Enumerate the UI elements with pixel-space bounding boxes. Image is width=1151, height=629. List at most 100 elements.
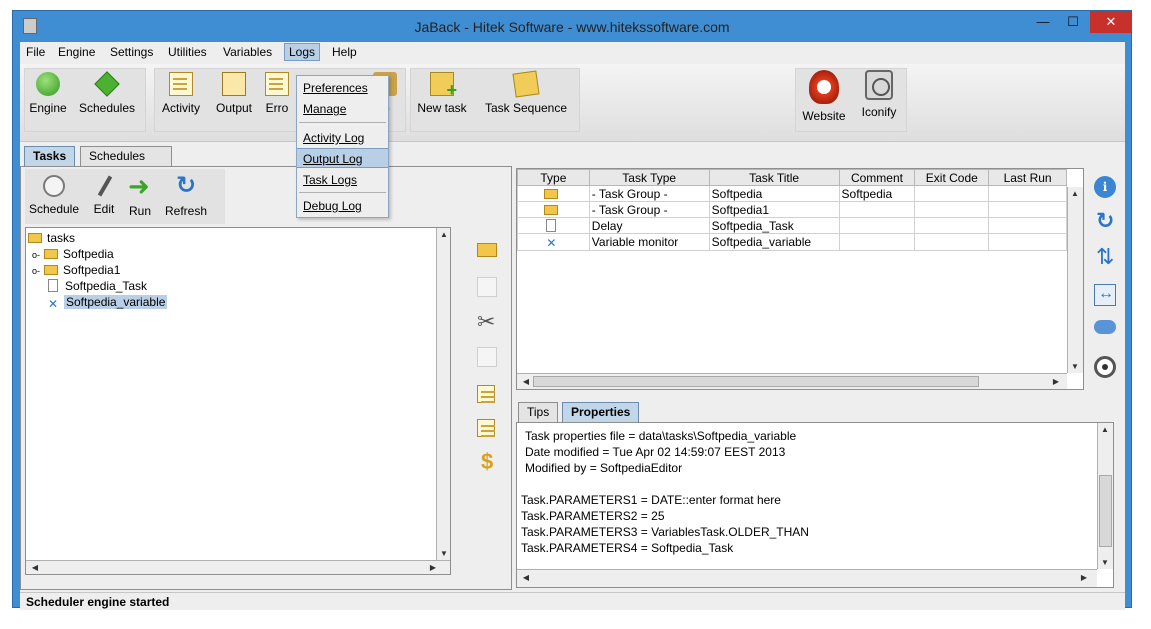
activity-icon — [169, 72, 193, 96]
fit-width-icon[interactable] — [1094, 284, 1116, 306]
manage-label: Manage — [303, 102, 347, 116]
engine-button[interactable]: Engine — [28, 72, 68, 115]
website-button[interactable]: Website — [798, 70, 850, 123]
tab-properties[interactable]: Properties — [562, 402, 640, 422]
menu-logs[interactable]: Logs — [284, 43, 321, 61]
schedules-button[interactable]: Schedules — [74, 71, 140, 115]
tab-tips[interactable]: Tips — [518, 402, 559, 422]
header-type[interactable]: Type — [517, 169, 590, 186]
menu-help[interactable]: Help — [332, 45, 357, 59]
header-task-type[interactable]: Task Type — [588, 169, 710, 186]
errors-button[interactable]: Erro — [260, 72, 294, 115]
table-row[interactable]: - Task Group - Softpedia Softpedia — [517, 185, 1067, 202]
scroll-right-icon[interactable]: ▶ — [1049, 377, 1063, 386]
new-folder-icon[interactable] — [477, 243, 497, 257]
menu-engine[interactable]: Engine — [58, 45, 95, 59]
properties-vertical-scrollbar[interactable]: ▲ ▼ — [1097, 423, 1113, 569]
scroll-up-icon[interactable]: ▲ — [1098, 425, 1112, 434]
target-icon[interactable] — [1094, 356, 1116, 378]
info-icon[interactable]: i — [1094, 176, 1116, 198]
new-task-button[interactable]: New task — [414, 72, 470, 115]
menu-item-manage[interactable]: Manage — [297, 99, 388, 119]
edit-button[interactable]: Edit — [89, 175, 119, 216]
dollar-icon[interactable] — [477, 449, 497, 475]
scroll-thumb[interactable] — [533, 376, 979, 387]
properties-horizontal-scrollbar[interactable]: ◀ ▶ — [517, 569, 1097, 587]
task-sequence-button[interactable]: Task Sequence — [478, 70, 574, 115]
grid-horizontal-scrollbar[interactable]: ◀ ▶ — [517, 373, 1067, 389]
menu-separator — [299, 122, 386, 123]
menu-item-activity-log[interactable]: Activity Log — [297, 128, 388, 148]
task-title-cell: Softpedia — [708, 185, 840, 202]
maximize-button[interactable]: ☐ — [1058, 11, 1088, 33]
export-icon[interactable] — [1094, 320, 1116, 334]
sort-icon[interactable] — [1094, 244, 1116, 270]
scissors-icon[interactable] — [477, 309, 497, 335]
menu-item-debug-log[interactable]: Debug Log — [297, 196, 388, 216]
scroll-up-icon[interactable]: ▲ — [437, 230, 451, 239]
activity-label: Activity — [161, 101, 200, 115]
table-row[interactable]: - Task Group - Softpedia1 — [517, 201, 1067, 218]
refresh-button[interactable]: Refresh — [161, 171, 211, 218]
scroll-left-icon[interactable]: ◀ — [28, 563, 42, 572]
table-row[interactable]: ✕ Variable monitor Softpedia_variable — [517, 233, 1067, 251]
close-button[interactable]: ✕ — [1090, 11, 1132, 33]
header-task-title[interactable]: Task Title — [708, 169, 840, 186]
task-type-cell: Variable monitor — [588, 233, 710, 251]
scroll-down-icon[interactable]: ▼ — [1098, 558, 1112, 567]
sync-icon[interactable] — [1094, 208, 1116, 234]
expand-handle-icon[interactable]: o- — [32, 250, 40, 260]
header-comment[interactable]: Comment — [838, 169, 916, 186]
menu-item-task-logs[interactable]: Task Logs — [297, 170, 388, 190]
scroll-left-icon[interactable]: ◀ — [519, 573, 533, 582]
menu-utilities[interactable]: Utilities — [168, 45, 207, 59]
scroll-right-icon[interactable]: ▶ — [1077, 573, 1091, 582]
scroll-up-icon[interactable]: ▲ — [1068, 189, 1082, 198]
preferences-label: Preferences — [303, 81, 368, 95]
folder-icon — [44, 249, 59, 259]
properties-panel: Task properties file = data\tasks\Softpe… — [516, 422, 1114, 588]
output-button[interactable]: Output — [212, 72, 256, 115]
tree-root[interactable]: tasks — [28, 230, 75, 246]
tree-item-selected[interactable]: ✕ Softpedia_variable — [46, 294, 168, 311]
schedule-button[interactable]: Schedule — [27, 175, 81, 216]
type-cell — [517, 217, 590, 234]
check-task-icon[interactable] — [477, 419, 495, 437]
menu-variables[interactable]: Variables — [223, 45, 272, 59]
edit-task-icon[interactable] — [477, 385, 495, 403]
scroll-down-icon[interactable]: ▼ — [1068, 362, 1082, 371]
tab-tasks[interactable]: Tasks — [24, 146, 76, 166]
menu-item-output-log[interactable]: Output Log — [297, 148, 388, 168]
iconify-button[interactable]: Iconify — [854, 70, 904, 119]
scroll-left-icon[interactable]: ◀ — [519, 377, 533, 386]
grid-vertical-scrollbar[interactable]: ▲ ▼ — [1067, 187, 1083, 373]
exit-code-cell — [914, 217, 990, 234]
activity-log-label: Activity Log — [303, 131, 365, 145]
task-sequence-icon — [512, 70, 540, 98]
tree-horizontal-scrollbar[interactable]: ◀ ▶ — [26, 560, 450, 574]
table-row[interactable]: Delay Softpedia_Task — [517, 217, 1067, 234]
menu-item-preferences[interactable]: Preferences — [297, 78, 388, 98]
tree-item-label: Softpedia1 — [63, 263, 121, 277]
run-button[interactable]: Run — [125, 171, 155, 218]
expand-handle-icon[interactable]: o- — [32, 266, 40, 276]
refresh-label: Refresh — [164, 204, 208, 218]
menu-settings[interactable]: Settings — [110, 45, 153, 59]
header-last-run[interactable]: Last Run — [988, 169, 1067, 186]
task-title-cell: Softpedia_Task — [708, 217, 840, 234]
grid-header-row: Type Task Type Task Title Comment Exit C… — [517, 169, 1067, 186]
tab-schedules[interactable]: Schedules — [80, 146, 172, 166]
scroll-thumb[interactable] — [1099, 475, 1112, 547]
menu-file[interactable]: File — [26, 45, 45, 59]
tree-item[interactable]: o- Softpedia — [32, 246, 114, 262]
tree-item[interactable]: Softpedia_Task — [46, 278, 147, 294]
tree-item[interactable]: o- Softpedia1 — [32, 262, 120, 278]
property-line: Task.PARAMETERS3 = VariablesTask.OLDER_T… — [521, 525, 809, 539]
activity-button[interactable]: Activity — [158, 72, 204, 115]
property-line: Date modified = Tue Apr 02 14:59:07 EEST… — [525, 445, 786, 459]
minimize-button[interactable]: — — [1028, 11, 1058, 33]
tree-vertical-scrollbar[interactable]: ▲ ▼ — [436, 228, 450, 560]
header-exit-code[interactable]: Exit Code — [914, 169, 990, 186]
scroll-down-icon[interactable]: ▼ — [437, 549, 451, 558]
scroll-right-icon[interactable]: ▶ — [426, 563, 440, 572]
